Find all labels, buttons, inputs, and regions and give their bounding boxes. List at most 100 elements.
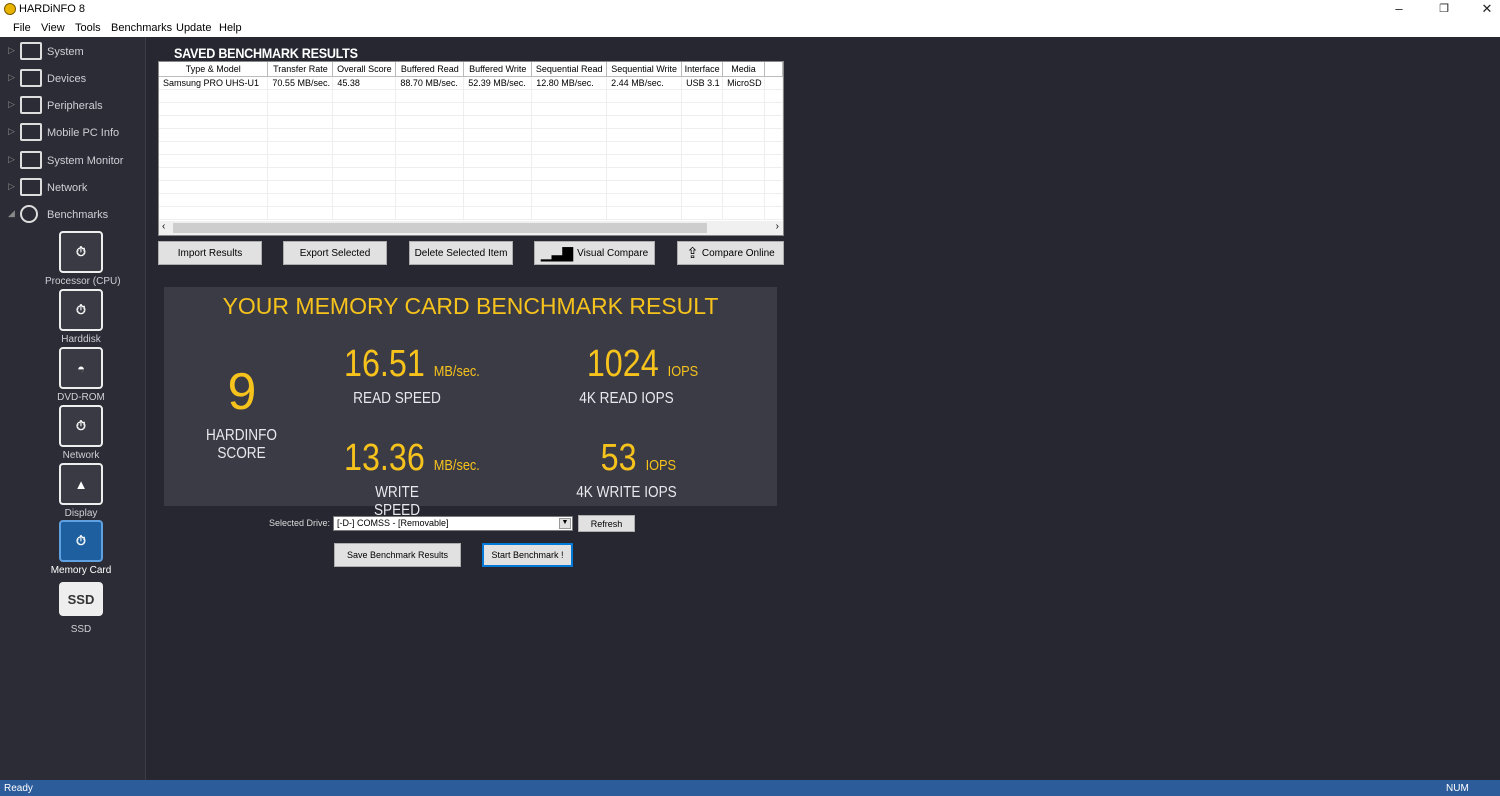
table-row[interactable] xyxy=(159,89,783,103)
sidebar: ▷ System ▷ Devices ▷ Peripherals ▷ Mobile PC… xyxy=(0,37,146,780)
sidebar-item-peripherals[interactable]: ▷ Peripherals xyxy=(0,92,146,119)
table-cell xyxy=(681,154,724,168)
saved-results-table[interactable]: Type & Model Transfer Rate Overall Score Bu… xyxy=(158,61,784,236)
sidebar-item-system-monitor[interactable]: ▷ System Monitor xyxy=(0,147,146,174)
table-cell xyxy=(531,141,608,155)
sidebar-item-system[interactable]: ▷ System xyxy=(0,38,146,65)
table-cell xyxy=(764,167,783,181)
column-header[interactable]: Media xyxy=(722,62,766,77)
table-cell xyxy=(159,115,269,129)
sidebar-item-network[interactable]: ▷ Network xyxy=(0,174,146,201)
table-row[interactable] xyxy=(159,102,783,116)
table-row[interactable] xyxy=(159,154,783,168)
horizontal-scrollbar[interactable]: ‹ › xyxy=(159,221,783,235)
column-header[interactable]: Overall Score xyxy=(332,62,397,77)
cpu-stopwatch-icon: ⏱ xyxy=(59,231,103,273)
close-icon[interactable]: ✕ xyxy=(1477,1,1497,17)
column-header[interactable]: Transfer Rate xyxy=(267,62,334,77)
table-cell xyxy=(267,89,334,103)
expand-icon[interactable]: ▷ xyxy=(8,45,15,56)
visual-compare-button[interactable]: ▁▃▇ Visual Compare xyxy=(534,241,655,265)
status-text: Ready xyxy=(4,783,33,794)
table-cell xyxy=(722,167,766,181)
table-cell xyxy=(463,89,533,103)
expand-icon[interactable]: ▷ xyxy=(8,154,15,165)
start-benchmark-button[interactable]: Start Benchmark ! xyxy=(482,543,573,567)
benchmark-network[interactable]: ⏱ Network xyxy=(45,405,117,461)
column-header[interactable]: Interface xyxy=(681,62,724,77)
table-row[interactable] xyxy=(159,115,783,129)
table-cell xyxy=(606,180,683,194)
read-iops-label: 4K READ IOPS xyxy=(579,390,674,407)
table-row[interactable] xyxy=(159,193,783,207)
table-cell xyxy=(395,141,465,155)
refresh-button[interactable]: Refresh xyxy=(578,515,635,532)
table-cell xyxy=(606,154,683,168)
column-header[interactable]: Buffered Read xyxy=(395,62,465,77)
menu-benchmarks[interactable]: Benchmarks xyxy=(111,22,172,34)
sidebar-item-devices[interactable]: ▷ Devices xyxy=(0,65,146,92)
scroll-right-icon[interactable]: › xyxy=(776,221,779,232)
table-cell xyxy=(722,154,766,168)
save-benchmark-button[interactable]: Save Benchmark Results xyxy=(334,543,461,567)
display-shapes-icon: ▲ xyxy=(59,463,103,505)
table-row[interactable] xyxy=(159,206,783,220)
table-cell xyxy=(531,102,608,116)
table-row[interactable] xyxy=(159,128,783,142)
benchmark-label: SSD xyxy=(70,624,92,635)
column-header[interactable]: Type & Model xyxy=(159,62,269,77)
table-cell xyxy=(764,89,783,103)
network-stopwatch-icon: ⏱ xyxy=(59,405,103,447)
table-row[interactable] xyxy=(159,167,783,181)
table-cell xyxy=(764,180,783,194)
score-label: HARDINFO SCORE xyxy=(205,427,278,462)
menu-file[interactable]: File xyxy=(13,22,31,34)
delete-selected-button[interactable]: Delete Selected Item xyxy=(409,241,513,265)
expand-icon[interactable]: ▷ xyxy=(8,126,15,137)
benchmark-processor[interactable]: ⏱ Processor (CPU) xyxy=(45,231,121,287)
expand-icon[interactable]: ▷ xyxy=(8,181,15,192)
menu-help[interactable]: Help xyxy=(219,22,242,34)
app-logo-icon xyxy=(4,3,16,15)
table-cell xyxy=(606,102,683,116)
column-header-empty xyxy=(764,62,783,77)
expand-icon[interactable]: ▷ xyxy=(8,72,15,83)
chevron-down-icon[interactable]: ▼ xyxy=(559,518,571,529)
export-selected-button[interactable]: Export Selected xyxy=(283,241,387,265)
benchmark-memory-card[interactable]: ⏱ Memory Card xyxy=(45,520,117,576)
scroll-left-icon[interactable]: ‹ xyxy=(162,221,165,232)
table-cell xyxy=(722,128,766,142)
table-cell xyxy=(332,102,397,116)
column-header[interactable]: Buffered Write xyxy=(463,62,533,77)
memory-card-icon: ⏱ xyxy=(59,520,103,562)
table-cell xyxy=(267,115,334,129)
scrollbar-thumb[interactable] xyxy=(173,223,707,233)
table-cell xyxy=(463,167,533,181)
import-results-button[interactable]: Import Results xyxy=(158,241,262,265)
table-cell xyxy=(722,115,766,129)
benchmark-dvd-rom[interactable]: ◓ DVD-ROM xyxy=(45,347,117,403)
table-row[interactable] xyxy=(159,141,783,155)
column-header[interactable]: Sequential Read xyxy=(531,62,608,77)
drive-select[interactable]: [-D-] COMSS - [Removable] ▼ xyxy=(333,516,573,531)
benchmark-harddisk[interactable]: ⏱ Harddisk xyxy=(45,289,117,345)
table-cell xyxy=(764,128,783,142)
menu-tools[interactable]: Tools xyxy=(75,22,101,34)
column-header[interactable]: Sequential Write xyxy=(606,62,683,77)
menu-update[interactable]: Update xyxy=(176,22,211,34)
table-cell xyxy=(531,89,608,103)
sidebar-item-mobile-pc-info[interactable]: ▷ Mobile PC Info xyxy=(0,119,146,146)
collapse-icon[interactable]: ◢ xyxy=(8,208,15,219)
benchmark-ssd[interactable]: SSD SSD xyxy=(45,582,117,635)
table-row[interactable]: Samsung PRO UHS-U1 70.55 MB/sec. 45.38 88.7… xyxy=(159,76,783,90)
minimize-icon[interactable]: – xyxy=(1389,1,1409,16)
benchmark-display[interactable]: ▲ Display xyxy=(45,463,117,519)
compare-online-button[interactable]: ⇪ Compare Online xyxy=(677,241,784,265)
table-row[interactable] xyxy=(159,180,783,194)
expand-icon[interactable]: ▷ xyxy=(8,99,15,110)
sidebar-item-benchmarks[interactable]: ◢ Benchmarks xyxy=(0,201,146,228)
menu-view[interactable]: View xyxy=(41,22,65,34)
computer-icon xyxy=(20,42,42,60)
restore-icon[interactable]: ❐ xyxy=(1434,2,1454,15)
table-cell xyxy=(531,206,608,220)
